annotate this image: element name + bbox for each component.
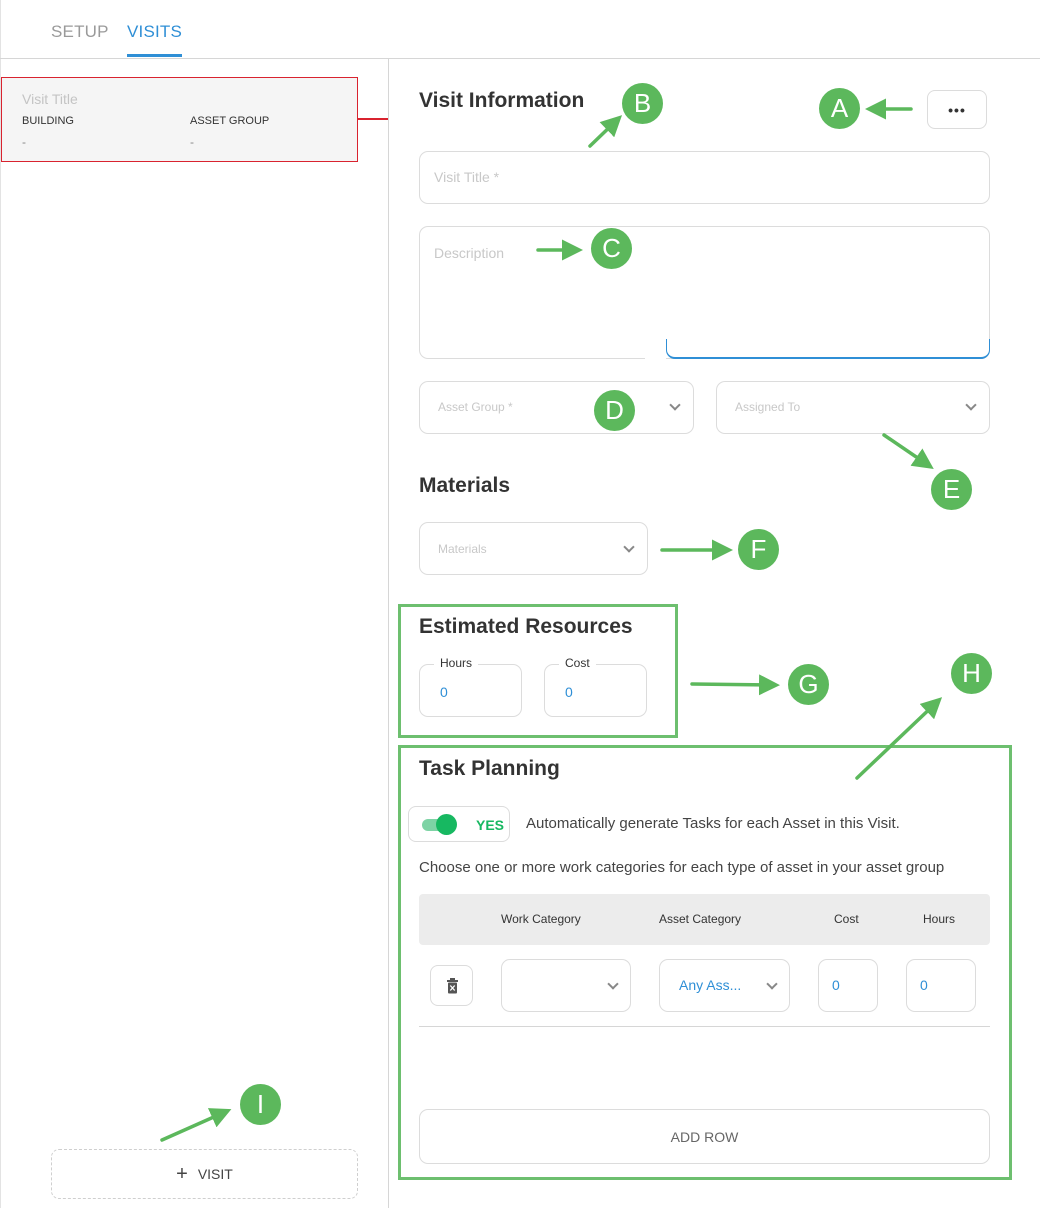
visit-list-item[interactable]: Visit Title BUILDING ASSET GROUP - - — [1, 77, 358, 162]
annotation-marker-h: H — [951, 653, 992, 694]
assigned-to-placeholder: Assigned To — [735, 400, 801, 414]
annotation-marker-i: I — [240, 1084, 281, 1125]
chevron-down-icon — [623, 541, 635, 553]
visit-title-input[interactable]: Visit Title * — [419, 151, 990, 204]
description-focus-underline — [666, 339, 990, 359]
materials-heading: Materials — [419, 474, 511, 497]
panel-divider — [388, 59, 389, 1208]
tab-setup[interactable]: SETUP — [51, 22, 109, 42]
visit-title-placeholder: Visit Title * — [434, 169, 500, 185]
more-options-button[interactable]: ••• — [927, 90, 987, 129]
arrow-i — [160, 1108, 232, 1142]
active-tab-indicator — [127, 54, 182, 57]
visits-page: SETUP VISITS Visit Title BUILDING ASSET … — [0, 0, 1040, 1208]
estimated-resources-highlight — [398, 604, 678, 738]
annotation-marker-b: B — [622, 83, 663, 124]
tab-bar: SETUP VISITS — [0, 0, 1040, 59]
visit-card-title: Visit Title — [22, 91, 78, 107]
left-edge-line — [0, 0, 1, 1208]
add-visit-button[interactable]: + VISIT — [51, 1149, 358, 1199]
asset-group-label: ASSET GROUP — [190, 115, 270, 127]
asset-group-placeholder: Asset Group * — [438, 400, 513, 414]
building-label: BUILDING — [22, 115, 74, 127]
annotation-marker-a: A — [819, 88, 860, 129]
plus-icon: + — [176, 1163, 188, 1185]
arrow-e — [882, 433, 934, 469]
task-planning-highlight — [398, 745, 1012, 1180]
materials-placeholder: Materials — [438, 542, 487, 556]
arrow-b — [588, 115, 623, 148]
add-visit-label: VISIT — [197, 1166, 233, 1182]
annotation-marker-d: D — [594, 390, 635, 431]
chevron-down-icon — [669, 399, 681, 411]
chevron-down-icon — [965, 399, 977, 411]
asset-group-select[interactable]: Asset Group * — [419, 381, 694, 434]
arrow-g — [690, 674, 780, 696]
description-resize-gap — [645, 346, 666, 360]
materials-select[interactable]: Materials — [419, 522, 648, 575]
tab-visits[interactable]: VISITS — [127, 22, 182, 42]
annotation-marker-f: F — [738, 529, 779, 570]
selection-connector — [358, 118, 388, 120]
visit-information-heading: Visit Information — [419, 89, 585, 112]
asset-group-value: - — [190, 135, 194, 149]
annotation-marker-c: C — [591, 228, 632, 269]
assigned-to-select[interactable]: Assigned To — [716, 381, 990, 434]
description-placeholder: Description — [434, 245, 505, 261]
building-value: - — [22, 135, 26, 149]
annotation-marker-e: E — [931, 469, 972, 510]
annotation-marker-g: G — [788, 664, 829, 705]
